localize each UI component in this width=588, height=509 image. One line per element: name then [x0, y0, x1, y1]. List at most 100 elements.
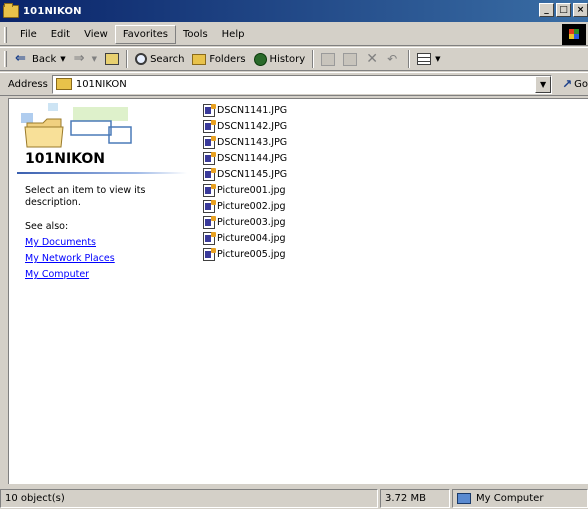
search-icon [135, 53, 148, 65]
menu-favorites[interactable]: Favorites [114, 25, 177, 44]
file-item[interactable]: Picture002.jpg [203, 198, 287, 214]
search-button[interactable]: Search [131, 49, 188, 69]
copy-to-button[interactable] [339, 49, 361, 69]
file-item[interactable]: Picture004.jpg [203, 230, 287, 246]
history-label: History [269, 53, 306, 65]
views-dropdown-icon[interactable]: ▼ [435, 55, 440, 63]
up-button[interactable] [101, 49, 123, 69]
delete-button[interactable]: ✕ [361, 49, 383, 69]
link-my-documents[interactable]: My Documents [25, 237, 96, 248]
heading-rule [17, 172, 187, 174]
menu-tools[interactable]: Tools [176, 26, 215, 43]
menu-view[interactable]: View [77, 26, 115, 43]
file-name: Picture001.jpg [217, 184, 286, 196]
move-to-button[interactable] [317, 49, 339, 69]
file-item[interactable]: DSCN1143.JPG [203, 134, 287, 150]
my-computer-icon [457, 493, 471, 504]
maximize-button[interactable]: □ [556, 3, 571, 17]
image-file-icon [203, 199, 216, 213]
folder-name-heading: 101NIKON [25, 151, 105, 167]
status-zone: My Computer [452, 489, 588, 508]
link-my-network-places[interactable]: My Network Places [25, 253, 115, 264]
toolbar-separator [408, 50, 411, 68]
image-file-icon [203, 151, 216, 165]
back-label: Back [32, 53, 57, 65]
status-object-count: 10 object(s) [0, 489, 378, 508]
folders-icon [192, 53, 207, 65]
views-button[interactable]: ▼ [413, 49, 444, 69]
folder-icon [55, 78, 72, 90]
close-button[interactable]: × [573, 3, 588, 17]
file-item[interactable]: DSCN1142.JPG [203, 118, 287, 134]
file-name: DSCN1141.JPG [217, 104, 288, 116]
forward-arrow-icon: ⇒ [73, 51, 85, 66]
file-name: Picture002.jpg [217, 200, 286, 212]
go-arrow-icon: ↗ [562, 77, 573, 91]
menu-help[interactable]: Help [215, 26, 252, 43]
address-dropdown-icon[interactable]: ▼ [535, 75, 552, 93]
file-item[interactable]: Picture001.jpg [203, 182, 287, 198]
folders-button[interactable]: Folders [188, 49, 249, 69]
file-item[interactable]: DSCN1144.JPG [203, 150, 287, 166]
image-file-icon [203, 231, 216, 245]
toolbar-grip[interactable] [4, 51, 7, 67]
menu-file[interactable]: File [13, 26, 44, 43]
link-my-computer[interactable]: My Computer [25, 269, 89, 280]
status-size: 3.72 MB [380, 489, 450, 508]
folder-icon [3, 2, 19, 18]
history-icon [253, 52, 267, 66]
file-item[interactable]: DSCN1141.JPG [203, 102, 287, 118]
menu-edit[interactable]: Edit [44, 26, 77, 43]
copy-to-icon [343, 52, 358, 66]
file-item[interactable]: Picture005.jpg [203, 246, 287, 262]
go-label: Go [574, 78, 588, 90]
address-label: Address [8, 78, 48, 90]
image-file-icon [203, 167, 216, 181]
file-name: DSCN1142.JPG [217, 120, 288, 132]
toolbar-separator [126, 50, 129, 68]
undo-icon: ↶ [387, 52, 398, 66]
title-bar[interactable]: 101NIKON _ □ × [0, 0, 588, 22]
up-folder-icon [105, 53, 120, 65]
address-value: 101NIKON [75, 78, 127, 90]
go-button[interactable]: ↗ Go [562, 77, 588, 91]
forward-button[interactable]: ⇒ ▼ [70, 49, 101, 69]
menu-grip[interactable] [4, 26, 7, 43]
image-file-icon [203, 119, 216, 133]
window-controls: _ □ × [539, 3, 588, 17]
forward-dropdown-icon[interactable]: ▼ [92, 55, 97, 63]
image-file-icon [203, 215, 216, 229]
folder-banner-graphic [21, 103, 132, 148]
file-name: Picture005.jpg [217, 248, 286, 260]
file-name: Picture004.jpg [217, 232, 286, 244]
webview-panel: 101NIKON Select an item to view its desc… [9, 99, 189, 485]
file-name: DSCN1143.JPG [217, 136, 288, 148]
see-also-label: See also: [25, 221, 69, 232]
image-file-icon [203, 247, 216, 261]
file-item[interactable]: DSCN1145.JPG [203, 166, 287, 182]
minimize-button[interactable]: _ [539, 3, 554, 17]
undo-button[interactable]: ↶ [383, 49, 405, 69]
window-title: 101NIKON [23, 5, 82, 17]
file-item[interactable]: Picture003.jpg [203, 214, 287, 230]
address-input[interactable]: 101NIKON ▼ [51, 74, 553, 94]
back-arrow-icon: ⇐ [15, 51, 26, 66]
image-file-icon [203, 103, 216, 117]
status-bar: 10 object(s) 3.72 MB My Computer [0, 488, 588, 509]
folders-label: Folders [209, 53, 246, 65]
windows-logo-icon [562, 24, 586, 45]
menu-bar: File Edit View Favorites Tools Help [0, 24, 588, 46]
toolbar-separator [312, 50, 315, 68]
delete-icon: ✕ [366, 51, 378, 67]
back-dropdown-icon[interactable]: ▼ [60, 55, 65, 63]
standard-toolbar: ⇐ Back ▼ ⇒ ▼ Search Folders History ✕ ↶ … [0, 47, 588, 71]
file-list: DSCN1141.JPG DSCN1142.JPG DSCN1143.JPG D… [203, 102, 287, 262]
zone-label: My Computer [476, 493, 544, 504]
image-file-icon [203, 183, 216, 197]
item-description: Select an item to view its description. [25, 185, 146, 208]
move-to-icon [321, 52, 336, 66]
history-button[interactable]: History [250, 49, 310, 69]
back-button[interactable]: ⇐ Back ▼ [11, 49, 70, 69]
search-label: Search [150, 53, 185, 65]
address-bar: Address 101NIKON ▼ ↗ Go [0, 72, 588, 96]
